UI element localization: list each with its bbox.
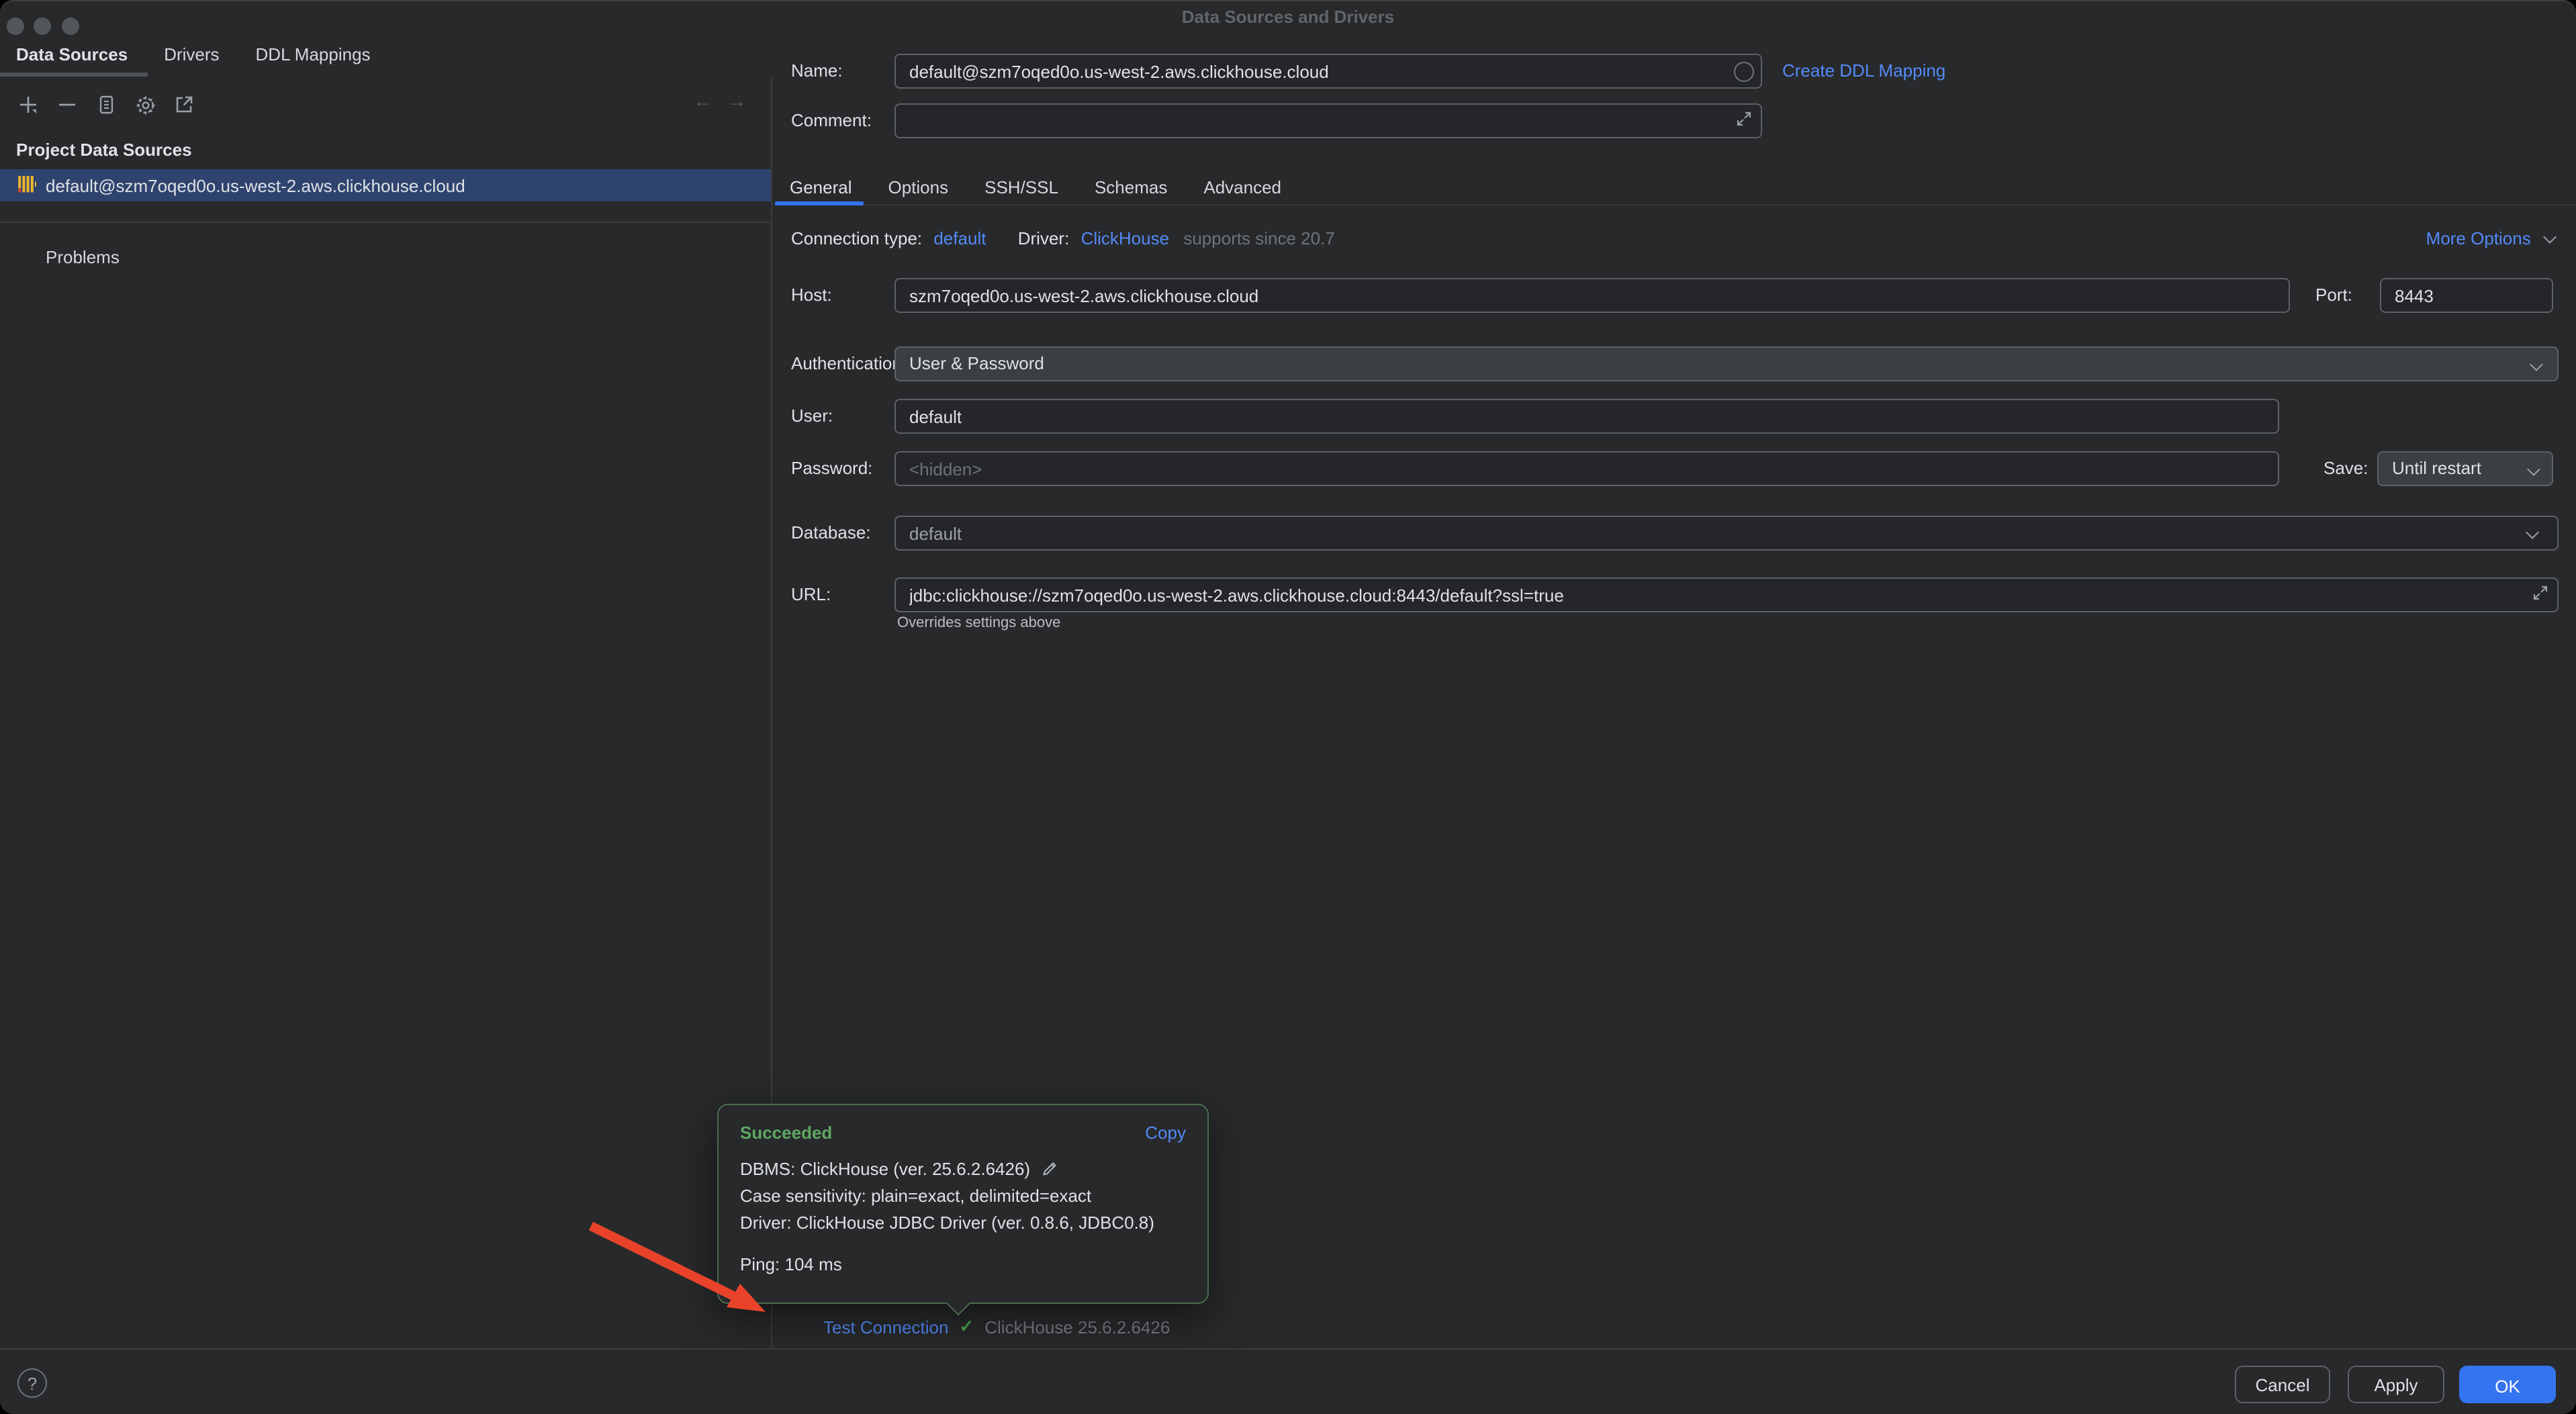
driver-line: Driver: ClickHouse JDBC Driver (ver. 0.8… <box>740 1210 1186 1237</box>
sidebar-divider <box>0 222 771 223</box>
arrow-left-icon: ← <box>693 90 713 113</box>
plus-icon <box>17 93 40 116</box>
case-sensitivity-line: Case sensitivity: plain=exact, delimited… <box>740 1183 1186 1210</box>
copy-link[interactable]: Copy <box>1145 1123 1186 1143</box>
url-label: URL: <box>791 577 831 612</box>
ping-line: Ping: 104 ms <box>740 1254 1186 1274</box>
popup-notch <box>946 1291 971 1316</box>
forward-button[interactable]: → <box>727 90 747 113</box>
save-select[interactable]: Until restart <box>2377 451 2553 486</box>
host-label: Host: <box>791 278 832 313</box>
open-in-new-button[interactable] <box>172 93 196 117</box>
user-label: User: <box>791 399 833 434</box>
apply-button[interactable]: Apply <box>2348 1366 2444 1403</box>
tab-ddl-mappings[interactable]: DDL Mappings <box>256 44 371 64</box>
connection-type-line: Connection type: default Driver: ClickHo… <box>791 228 1335 250</box>
comment-label: Comment: <box>791 103 872 138</box>
chevron-down-icon <box>2543 230 2557 244</box>
project-data-sources-label: Project Data Sources <box>16 140 192 160</box>
window-title: Data Sources and Drivers <box>0 7 2576 27</box>
url-input[interactable] <box>894 577 2559 612</box>
tab-general[interactable]: General <box>780 172 862 204</box>
active-tab-accent <box>775 201 864 205</box>
database-input[interactable] <box>894 516 2559 551</box>
expand-icon[interactable] <box>1735 110 1753 132</box>
tab-strip-border <box>772 204 2576 205</box>
more-options-link[interactable]: More Options <box>2426 228 2555 250</box>
tab-data-sources[interactable]: Data Sources <box>16 44 128 64</box>
password-label: Password: <box>791 451 872 486</box>
authentication-select[interactable]: User & Password <box>894 346 2559 381</box>
port-label: Port: <box>2315 278 2352 313</box>
problems-item[interactable]: Problems <box>46 247 120 267</box>
url-note: Overrides settings above <box>897 615 1060 631</box>
minus-icon <box>56 94 78 115</box>
connection-type-label: Connection type: <box>791 228 922 248</box>
gear-icon <box>134 93 156 116</box>
driver-label: Driver: <box>1018 228 1070 248</box>
host-input[interactable] <box>894 278 2290 313</box>
data-source-label: default@szm7oqed0o.us-west-2.aws.clickho… <box>46 175 465 195</box>
test-connection-popup: Succeeded Copy DBMS: ClickHouse (ver. 25… <box>717 1104 1209 1304</box>
open-in-new-icon <box>173 94 195 115</box>
chevron-down-icon <box>2530 358 2543 371</box>
database-label: Database: <box>791 516 871 551</box>
duplicate-button[interactable] <box>94 93 118 117</box>
name-label: Name: <box>791 54 843 89</box>
connection-status-line: Test Connection ✓ ClickHouse 25.6.2.6426 <box>823 1316 1170 1337</box>
sidebar-tab-strip: Data Sources Drivers DDL Mappings <box>16 44 371 64</box>
test-connection-link[interactable]: Test Connection <box>823 1317 948 1337</box>
clickhouse-icon <box>17 174 36 197</box>
chevron-down-icon <box>2527 463 2540 476</box>
settings-button[interactable] <box>133 93 157 117</box>
ok-button[interactable]: OK <box>2459 1366 2556 1403</box>
settings-tab-strip: General Options SSH/SSL Schemas Advanced <box>780 172 1291 204</box>
back-button[interactable]: ← <box>693 90 713 113</box>
remove-data-source-button[interactable] <box>55 93 79 117</box>
active-tab-underline <box>0 73 148 77</box>
arrow-right-icon: → <box>727 90 747 113</box>
user-input[interactable] <box>894 399 2279 434</box>
expand-icon[interactable] <box>2532 584 2549 606</box>
sidebar-toolbar <box>16 93 196 117</box>
history-nav: ← → <box>693 90 747 113</box>
tab-advanced[interactable]: Advanced <box>1194 172 1291 204</box>
cancel-button[interactable]: Cancel <box>2235 1366 2330 1403</box>
connection-type-value-link[interactable]: default <box>933 228 986 248</box>
connection-result-text: ClickHouse 25.6.2.6426 <box>984 1317 1170 1337</box>
comment-input[interactable] <box>894 103 1762 138</box>
question-icon: ? <box>28 1374 37 1394</box>
tab-schemas[interactable]: Schemas <box>1085 172 1177 204</box>
tab-options[interactable]: Options <box>879 172 958 204</box>
loading-circle-icon <box>1734 62 1754 82</box>
help-button[interactable]: ? <box>17 1368 47 1398</box>
authentication-label: Authentication: <box>791 346 907 381</box>
save-label: Save: <box>2324 451 2368 486</box>
tab-drivers[interactable]: Drivers <box>164 44 219 64</box>
add-data-source-button[interactable] <box>16 93 40 117</box>
password-input[interactable] <box>894 451 2279 486</box>
red-arrow-annotation <box>0 0 2576 1414</box>
driver-note: supports since 20.7 <box>1183 228 1334 248</box>
name-input[interactable] <box>894 54 1762 89</box>
driver-value-link[interactable]: ClickHouse <box>1081 228 1170 248</box>
status-succeeded: Succeeded <box>740 1123 832 1143</box>
edit-pencil-icon[interactable] <box>1036 1159 1058 1179</box>
tab-ssh-ssl[interactable]: SSH/SSL <box>975 172 1068 204</box>
dbms-line: DBMS: ClickHouse (ver. 25.6.2.6426) <box>740 1156 1186 1183</box>
create-ddl-mapping-link[interactable]: Create DDL Mapping <box>1782 54 1945 89</box>
footer-divider <box>0 1348 2576 1350</box>
port-input[interactable] <box>2380 278 2553 313</box>
success-check-icon: ✓ <box>959 1316 974 1337</box>
duplicate-icon <box>95 94 117 115</box>
data-sources-dialog: Data Sources and Drivers Data Sources Dr… <box>0 0 2576 1414</box>
data-source-list-item-selected[interactable]: default@szm7oqed0o.us-west-2.aws.clickho… <box>0 169 771 201</box>
